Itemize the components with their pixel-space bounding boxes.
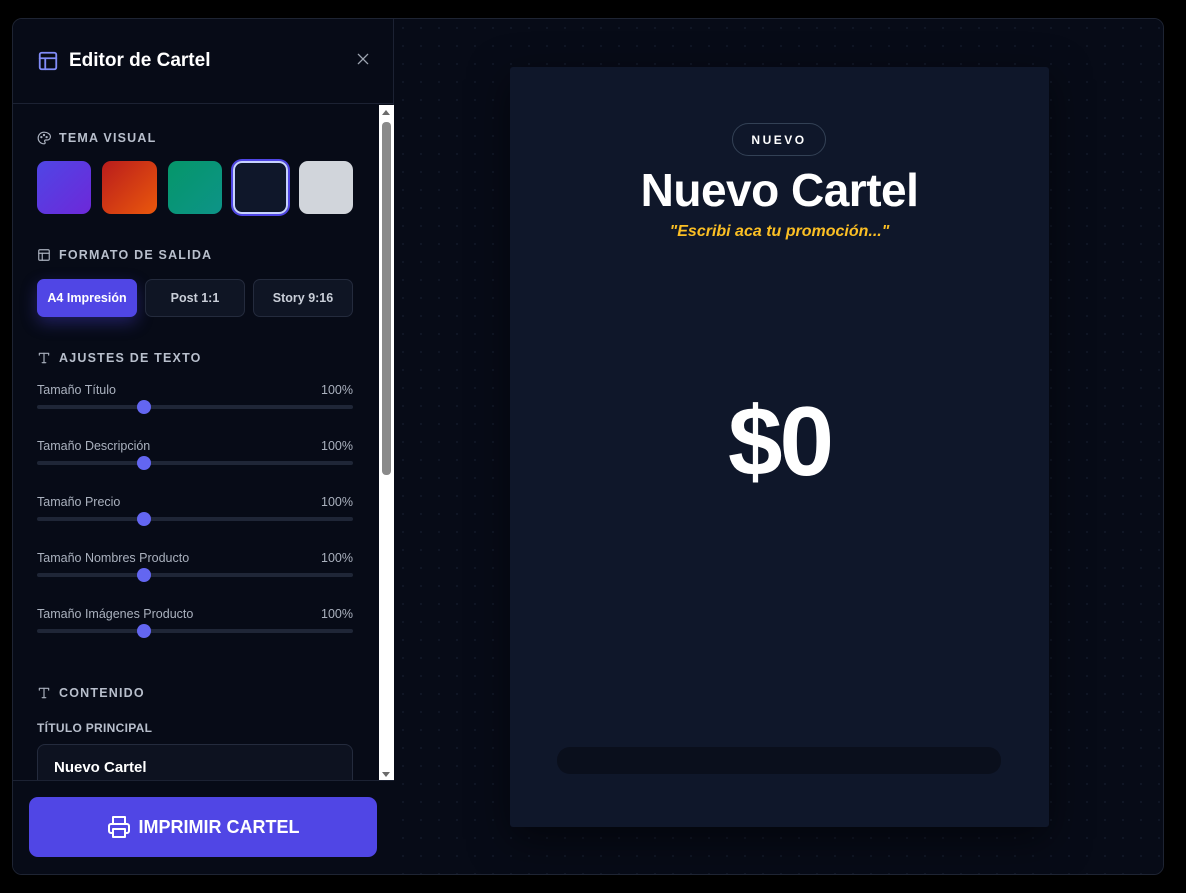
poster-preview-area: NUEVO Nuevo Cartel "Escribi aca tu promo… (394, 19, 1163, 874)
format-section-text: FORMATO DE SALIDA (59, 248, 213, 262)
format-a4-button[interactable]: A4 Impresión (37, 279, 137, 317)
close-button[interactable] (351, 49, 375, 73)
close-icon (355, 51, 371, 72)
theme-swatch-green[interactable] (167, 161, 223, 214)
slider-title-size: Tamaño Título 100% (37, 383, 353, 439)
sidebar-header: Editor de Cartel (13, 19, 393, 104)
slider-label: Tamaño Título (37, 383, 116, 397)
slider-description-size: Tamaño Descripción 100% (37, 439, 353, 495)
theme-swatches (37, 161, 353, 214)
format-story-button[interactable]: Story 9:16 (253, 279, 353, 317)
content-section-text: CONTENIDO (59, 686, 145, 700)
theme-section-label: TEMA VISUAL (37, 130, 353, 146)
slider-knob[interactable] (137, 456, 152, 470)
slider-product-names-size: Tamaño Nombres Producto 100% (37, 551, 353, 607)
print-button-label: IMPRIMIR CARTEL (138, 816, 300, 837)
slider-track[interactable] (37, 624, 353, 638)
editor-sidebar: Editor de Cartel TEMA VISUAL FORMATO DE … (13, 19, 394, 874)
slider-product-images-size: Tamaño Imágenes Producto 100% (37, 607, 353, 663)
theme-swatch-red-orange[interactable] (102, 161, 157, 214)
slider-knob[interactable] (137, 568, 152, 582)
type-icon (37, 686, 51, 700)
slider-price-size: Tamaño Precio 100% (37, 495, 353, 551)
format-post-button[interactable]: Post 1:1 (145, 279, 245, 317)
slider-knob[interactable] (137, 400, 152, 414)
type-icon (37, 351, 51, 365)
slider-knob[interactable] (137, 624, 152, 638)
poster-footer-bar (557, 747, 1001, 774)
sidebar-content: TEMA VISUAL FORMATO DE SALIDA A4 Impresi… (37, 105, 353, 782)
slider-track[interactable] (37, 456, 353, 470)
text-settings-section-label: AJUSTES DE TEXTO (37, 350, 353, 366)
slider-track[interactable] (37, 568, 353, 582)
slider-track[interactable] (37, 512, 353, 526)
sidebar-scrollbar[interactable] (379, 105, 394, 782)
scroll-down-arrow[interactable] (382, 772, 390, 777)
text-size-sliders: Tamaño Título 100% Tamaño Descripción 10… (37, 383, 353, 663)
app-window: Editor de Cartel TEMA VISUAL FORMATO DE … (12, 18, 1164, 875)
print-poster-button[interactable]: IMPRIMIR CARTEL (29, 797, 377, 857)
poster-badge: NUEVO (732, 123, 826, 156)
poster-price: $0 (727, 386, 834, 496)
slider-label: Tamaño Descripción (37, 439, 151, 453)
title-field-label: TÍTULO PRINCIPAL (37, 721, 153, 735)
slider-knob[interactable] (137, 512, 152, 526)
sidebar-title: Editor de Cartel (69, 50, 211, 71)
slider-value: 100% (321, 607, 353, 621)
printer-icon (107, 815, 131, 839)
poster-title: Nuevo Cartel (640, 164, 919, 216)
scroll-up-arrow[interactable] (382, 110, 390, 115)
slider-value: 100% (321, 383, 353, 397)
sidebar-scroll-area: TEMA VISUAL FORMATO DE SALIDA A4 Impresi… (13, 105, 394, 782)
poster-preview: NUEVO Nuevo Cartel "Escribi aca tu promo… (510, 67, 1049, 827)
slider-label: Tamaño Precio (37, 495, 121, 509)
layout-icon (37, 50, 59, 72)
layout-icon (37, 248, 51, 262)
scrollbar-thumb[interactable] (382, 122, 391, 475)
slider-value: 100% (321, 495, 353, 509)
theme-swatch-purple[interactable] (37, 161, 92, 214)
sidebar-footer: IMPRIMIR CARTEL (13, 780, 394, 874)
theme-swatch-dark[interactable] (233, 161, 288, 214)
content-section-label: CONTENIDO (37, 685, 353, 701)
slider-value: 100% (321, 439, 353, 453)
theme-swatch-light[interactable] (298, 161, 353, 214)
slider-value: 100% (321, 551, 353, 565)
slider-label: Tamaño Nombres Producto (37, 551, 190, 565)
palette-icon (37, 131, 51, 145)
poster-description: "Escribi aca tu promoción..." (669, 223, 890, 240)
format-buttons: A4 Impresión Post 1:1 Story 9:16 (37, 279, 353, 317)
slider-label: Tamaño Imágenes Producto (37, 607, 194, 621)
title-input[interactable]: Nuevo Cartel (37, 744, 353, 782)
slider-track[interactable] (37, 400, 353, 414)
format-section-label: FORMATO DE SALIDA (37, 247, 353, 263)
theme-section-text: TEMA VISUAL (59, 131, 157, 145)
text-settings-section-text: AJUSTES DE TEXTO (59, 351, 202, 365)
